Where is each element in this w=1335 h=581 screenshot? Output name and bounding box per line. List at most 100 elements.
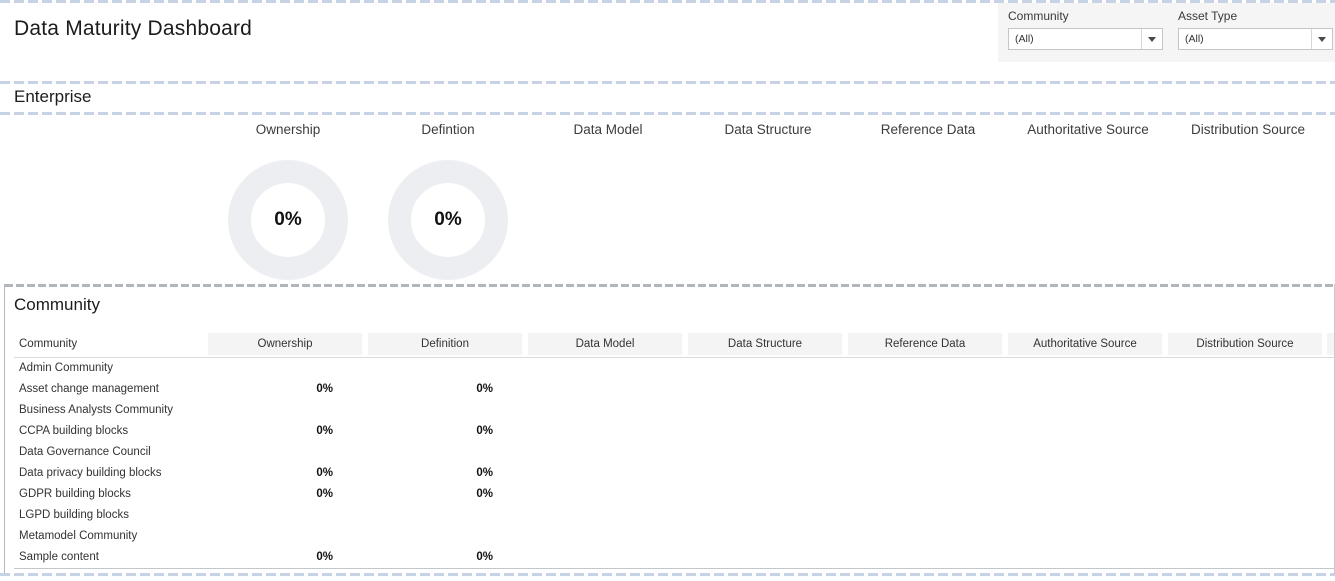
donut-cell-defintion: 0%	[368, 159, 528, 281]
enterprise-column-header-authoritative-source: Authoritative Source	[1008, 118, 1168, 142]
community-column-header-definition[interactable]: Definition	[368, 333, 522, 355]
row-value: 0%	[368, 547, 528, 568]
table-row[interactable]: GDPR building blocks0%0%	[14, 484, 1334, 505]
row-value	[1168, 526, 1328, 547]
row-name: Business Analysts Community	[14, 400, 208, 421]
row-value	[1168, 421, 1328, 442]
row-value	[688, 505, 848, 526]
community-column-header-data-model[interactable]: Data Model	[528, 333, 682, 355]
row-value	[528, 526, 688, 547]
row-value	[688, 379, 848, 400]
enterprise-column-header-data-model: Data Model	[528, 118, 688, 142]
row-value	[208, 400, 368, 421]
table-row[interactable]: Business Analysts Community	[14, 400, 1334, 421]
table-row[interactable]: LGPD building blocks	[14, 505, 1334, 526]
row-value	[1008, 358, 1168, 379]
row-value	[1008, 442, 1168, 463]
filter-asset-type: Asset Type (All)	[1178, 9, 1335, 50]
row-value	[528, 421, 688, 442]
row-value	[1008, 505, 1168, 526]
row-value	[528, 442, 688, 463]
community-column-header-reference-data[interactable]: Reference Data	[848, 333, 1002, 355]
row-value	[208, 442, 368, 463]
community-column-header-data-structure[interactable]: Data Structure	[688, 333, 842, 355]
table-row[interactable]: Sample content0%0%	[14, 547, 1334, 568]
row-value	[1008, 526, 1168, 547]
row-value	[1168, 484, 1328, 505]
row-value	[1168, 358, 1328, 379]
row-name: LGPD building blocks	[14, 505, 208, 526]
row-value	[1168, 442, 1328, 463]
row-value	[848, 442, 1008, 463]
filter-label-asset-type: Asset Type	[1178, 9, 1335, 23]
enterprise-column-header-ownership: Ownership	[208, 118, 368, 142]
row-value: 0%	[208, 463, 368, 484]
row-value	[368, 505, 528, 526]
community-filter-dropdown[interactable]: (All)	[1008, 28, 1163, 50]
row-value	[688, 358, 848, 379]
row-value	[688, 463, 848, 484]
row-value: 0%	[368, 421, 528, 442]
row-value	[1168, 400, 1328, 421]
row-value	[528, 547, 688, 568]
community-column-header-distribution-source[interactable]: Distribution Source	[1168, 333, 1322, 355]
community-table-rows: Admin CommunityAsset change management0%…	[14, 357, 1334, 569]
table-row[interactable]: Data Governance Council	[14, 442, 1334, 463]
row-value: 0%	[368, 463, 528, 484]
row-value	[368, 442, 528, 463]
table-row[interactable]: Metamodel Community	[14, 526, 1334, 547]
row-value	[688, 547, 848, 568]
row-value	[528, 379, 688, 400]
donut-value-label: 0%	[411, 183, 485, 257]
layout-divider	[0, 112, 1335, 115]
asset-type-filter-dropdown[interactable]: (All)	[1178, 28, 1333, 50]
donut-cell-distribution-source	[1168, 159, 1328, 281]
community-column-header-ownership[interactable]: Ownership	[208, 333, 362, 355]
row-value: 0%	[368, 484, 528, 505]
dropdown-button[interactable]	[1311, 29, 1332, 49]
row-value	[848, 526, 1008, 547]
donut-chart-defintion[interactable]: 0%	[388, 160, 508, 280]
row-value	[688, 442, 848, 463]
row-name: Data privacy building blocks	[14, 463, 208, 484]
layout-container-border-bottom	[0, 573, 1335, 576]
row-value	[848, 505, 1008, 526]
row-value	[1008, 547, 1168, 568]
donut-cell-data-model	[528, 159, 688, 281]
row-value	[848, 421, 1008, 442]
table-row[interactable]: CCPA building blocks0%0%	[14, 421, 1334, 442]
row-name: GDPR building blocks	[14, 484, 208, 505]
row-value	[368, 400, 528, 421]
donut-cell-authoritative-source	[1008, 159, 1168, 281]
table-row[interactable]: Asset change management0%0%	[14, 379, 1334, 400]
row-value: 0%	[208, 379, 368, 400]
row-value	[848, 400, 1008, 421]
row-value	[848, 484, 1008, 505]
row-value	[528, 358, 688, 379]
row-value	[1008, 463, 1168, 484]
filter-panel: Community(All) Asset Type (All)	[998, 3, 1335, 62]
row-name: Metamodel Community	[14, 526, 208, 547]
enterprise-donut-row: 0% 0%	[14, 159, 1328, 281]
row-value	[528, 463, 688, 484]
filter-selected-value: (All)	[1009, 33, 1141, 45]
row-value	[368, 358, 528, 379]
enterprise-column-header-defintion: Defintion	[368, 118, 528, 142]
community-column-header-community: Community	[14, 333, 208, 355]
header-spacer	[14, 118, 208, 142]
row-value	[1008, 421, 1168, 442]
table-row[interactable]: Admin Community	[14, 358, 1334, 379]
row-value	[528, 505, 688, 526]
table-row[interactable]: Data privacy building blocks0%0%	[14, 463, 1334, 484]
row-value	[208, 358, 368, 379]
community-column-header-authoritative-source[interactable]: Authoritative Source	[1008, 333, 1162, 355]
filter-community: Community(All)	[1008, 9, 1168, 50]
row-value	[1168, 379, 1328, 400]
dropdown-button[interactable]	[1141, 29, 1162, 49]
donut-chart-ownership[interactable]: 0%	[228, 160, 348, 280]
row-value	[688, 400, 848, 421]
row-value	[368, 526, 528, 547]
row-name: Asset change management	[14, 379, 208, 400]
row-value: 0%	[208, 484, 368, 505]
row-value	[1168, 463, 1328, 484]
